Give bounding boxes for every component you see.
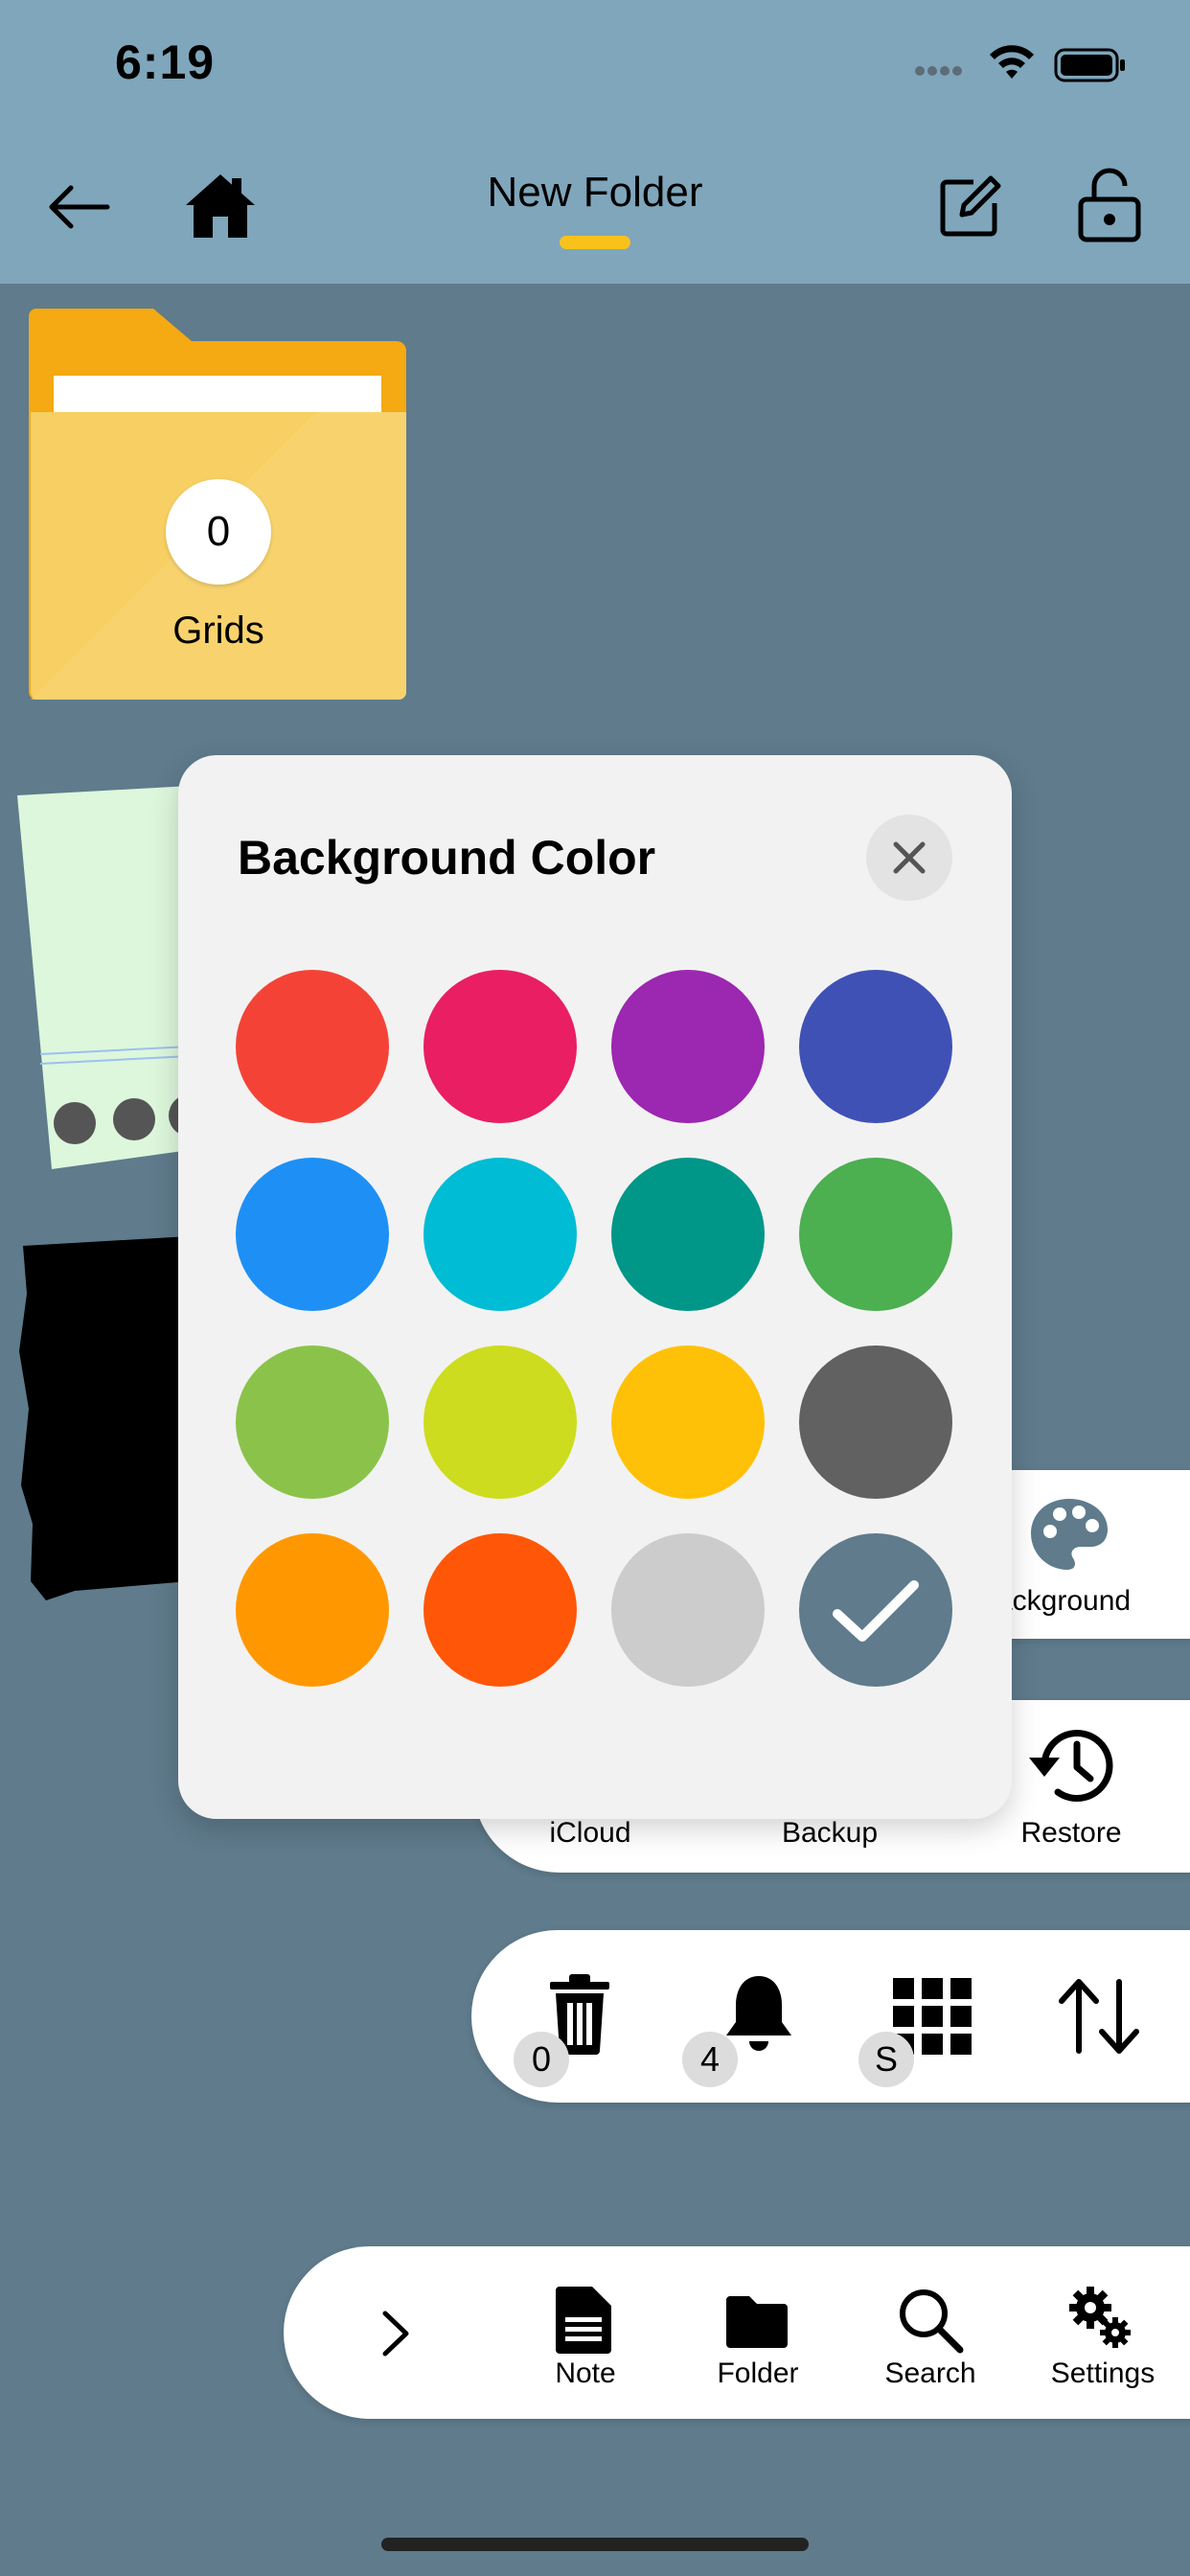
bell-count-badge: 4 bbox=[682, 2032, 738, 2087]
color-swatch[interactable] bbox=[236, 970, 389, 1123]
chevron-right-icon[interactable] bbox=[376, 2310, 414, 2358]
color-swatch[interactable] bbox=[799, 1533, 952, 1687]
edit-icon[interactable] bbox=[935, 172, 1004, 242]
grid-size-badge: S bbox=[858, 2032, 914, 2087]
color-swatch[interactable] bbox=[799, 1346, 952, 1499]
sort-icon[interactable] bbox=[1056, 1978, 1142, 2055]
modal-title: Background Color bbox=[238, 831, 656, 885]
color-swatch[interactable] bbox=[423, 970, 577, 1123]
palette-icon[interactable] bbox=[1029, 1497, 1110, 1572]
wifi-icon bbox=[990, 45, 1034, 79]
icloud-button[interactable]: iCloud bbox=[508, 1817, 673, 1850]
color-swatch[interactable] bbox=[423, 1533, 577, 1687]
search-icon[interactable] bbox=[895, 2285, 964, 2354]
color-swatch-grid bbox=[236, 970, 952, 1687]
close-icon bbox=[893, 841, 926, 874]
trash-count-badge: 0 bbox=[514, 2032, 569, 2087]
backup-button[interactable]: Backup bbox=[747, 1817, 912, 1850]
folder-label: Grids bbox=[172, 610, 264, 652]
color-swatch[interactable] bbox=[236, 1346, 389, 1499]
color-swatch[interactable] bbox=[611, 1158, 765, 1311]
restore-label[interactable]: Restore bbox=[989, 1817, 1154, 1850]
color-swatch[interactable] bbox=[423, 1158, 577, 1311]
black-scrap-card[interactable] bbox=[17, 1236, 190, 1600]
nav-settings-label[interactable]: Settings bbox=[1021, 2358, 1184, 2390]
nav-note-label[interactable]: Note bbox=[504, 2358, 667, 2390]
title-underline bbox=[560, 236, 630, 249]
bell-icon[interactable] bbox=[721, 1972, 797, 2053]
color-swatch[interactable] bbox=[611, 970, 765, 1123]
nav-folder-label[interactable]: Folder bbox=[676, 2358, 839, 2390]
checkmark-icon bbox=[833, 1580, 919, 1642]
color-swatch[interactable] bbox=[236, 1158, 389, 1311]
settings-icon[interactable] bbox=[1065, 2283, 1134, 2352]
color-swatch[interactable] bbox=[236, 1533, 389, 1687]
color-swatch[interactable] bbox=[799, 970, 952, 1123]
lock-icon[interactable] bbox=[1077, 167, 1142, 243]
color-swatch[interactable] bbox=[423, 1346, 577, 1499]
signal-icon bbox=[915, 63, 965, 80]
battery-icon bbox=[1054, 48, 1125, 82]
folder-icon[interactable] bbox=[722, 2287, 791, 2356]
note-icon[interactable] bbox=[550, 2285, 619, 2354]
home-indicator bbox=[381, 2538, 809, 2551]
note-card[interactable] bbox=[17, 786, 190, 1169]
status-time: 6:19 bbox=[115, 35, 216, 89]
color-swatch[interactable] bbox=[611, 1533, 765, 1687]
background-label[interactable]: ackground bbox=[996, 1585, 1131, 1618]
restore-icon[interactable] bbox=[1025, 1723, 1117, 1807]
page-title: New Folder bbox=[487, 169, 703, 216]
nav-search-label[interactable]: Search bbox=[849, 2358, 1012, 2390]
folder-count-badge: 0 bbox=[166, 479, 271, 585]
color-swatch[interactable] bbox=[799, 1158, 952, 1311]
close-button[interactable] bbox=[866, 815, 952, 901]
color-swatch[interactable] bbox=[611, 1346, 765, 1499]
